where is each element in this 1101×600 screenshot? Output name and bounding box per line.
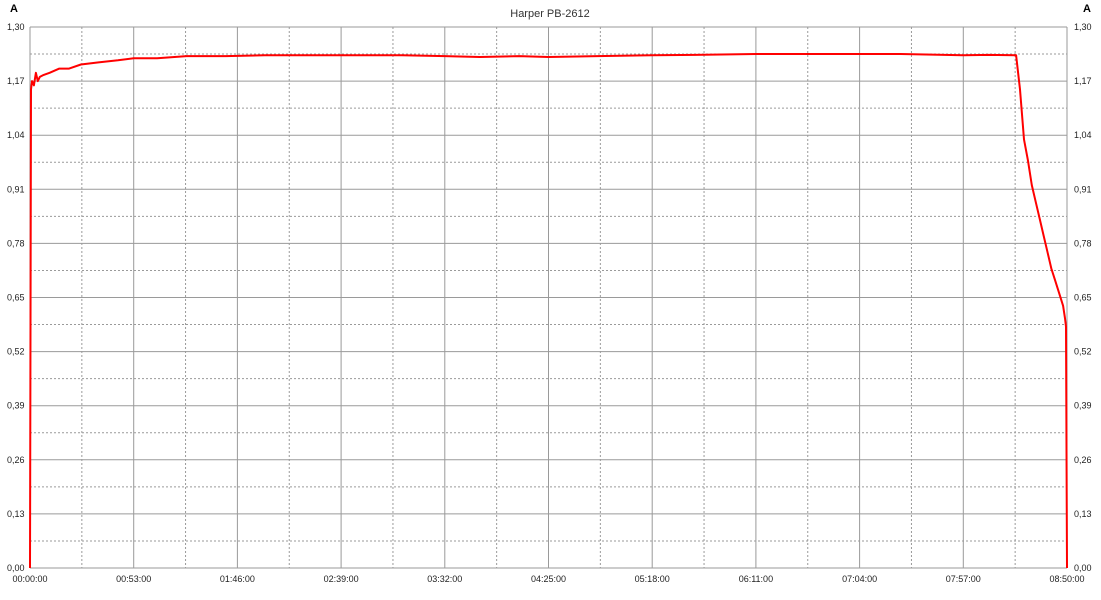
x-tick-label: 00:00:00 [12, 574, 47, 584]
x-tick-label: 03:32:00 [427, 574, 462, 584]
x-tick-label: 07:57:00 [946, 574, 981, 584]
y-tick-label-left: 1,30 [7, 22, 25, 32]
y-axis-unit-left: A [10, 3, 18, 15]
y-tick-label-left: 1,17 [7, 76, 25, 86]
x-tick-label: 02:39:00 [324, 574, 359, 584]
x-tick-label: 05:18:00 [635, 574, 670, 584]
y-tick-label-right: 0,26 [1074, 455, 1092, 465]
y-tick-label-right: 0,52 [1074, 347, 1092, 357]
y-tick-label-right: 1,30 [1074, 22, 1092, 32]
y-tick-label-right: 0,91 [1074, 184, 1092, 194]
chart: Harper PB-2612 A A 0,00 0,000,13 0,130,26 0… [7, 3, 1092, 584]
grid [29, 26, 1068, 569]
y-tick-label-left: 0,00 [7, 563, 25, 573]
y-tick-label-left: 0,78 [7, 238, 25, 248]
y-axis-unit-right: A [1083, 3, 1091, 15]
y-tick-label-right: 0,13 [1074, 509, 1092, 519]
x-tick-label: 01:46:00 [220, 574, 255, 584]
y-tick-label-left: 0,91 [7, 184, 25, 194]
y-tick-label-right: 0,00 [1074, 563, 1092, 573]
y-tick-label-left: 0,39 [7, 401, 25, 411]
x-tick-label: 04:25:00 [531, 574, 566, 584]
x-tick-label: 06:11:00 [739, 574, 773, 584]
y-tick-label-right: 0,65 [1074, 293, 1092, 303]
y-tick-label-left: 0,26 [7, 455, 25, 465]
y-tick-label-left: 1,04 [7, 130, 25, 140]
y-tick-label-left: 0,13 [7, 509, 25, 519]
x-tick-label: 07:04:00 [842, 574, 877, 584]
chart-title: Harper PB-2612 [510, 8, 590, 20]
y-tick-label-left: 0,65 [7, 293, 25, 303]
y-tick-label-right: 0,39 [1074, 401, 1092, 411]
y-tick-label-right: 1,17 [1074, 76, 1092, 86]
x-tick-label: 00:53:00 [116, 574, 151, 584]
y-tick-label-right: 1,04 [1074, 130, 1092, 140]
y-tick-label-left: 0,52 [7, 347, 25, 357]
axis-ticks: 0,00 0,00 0,13 0,13 0,26 0,26 0,39 0,39 0,52 0,52… [7, 22, 1092, 584]
y-tick-label-right: 0,78 [1074, 238, 1092, 248]
x-tick-label: 08:50:00 [1049, 574, 1084, 584]
